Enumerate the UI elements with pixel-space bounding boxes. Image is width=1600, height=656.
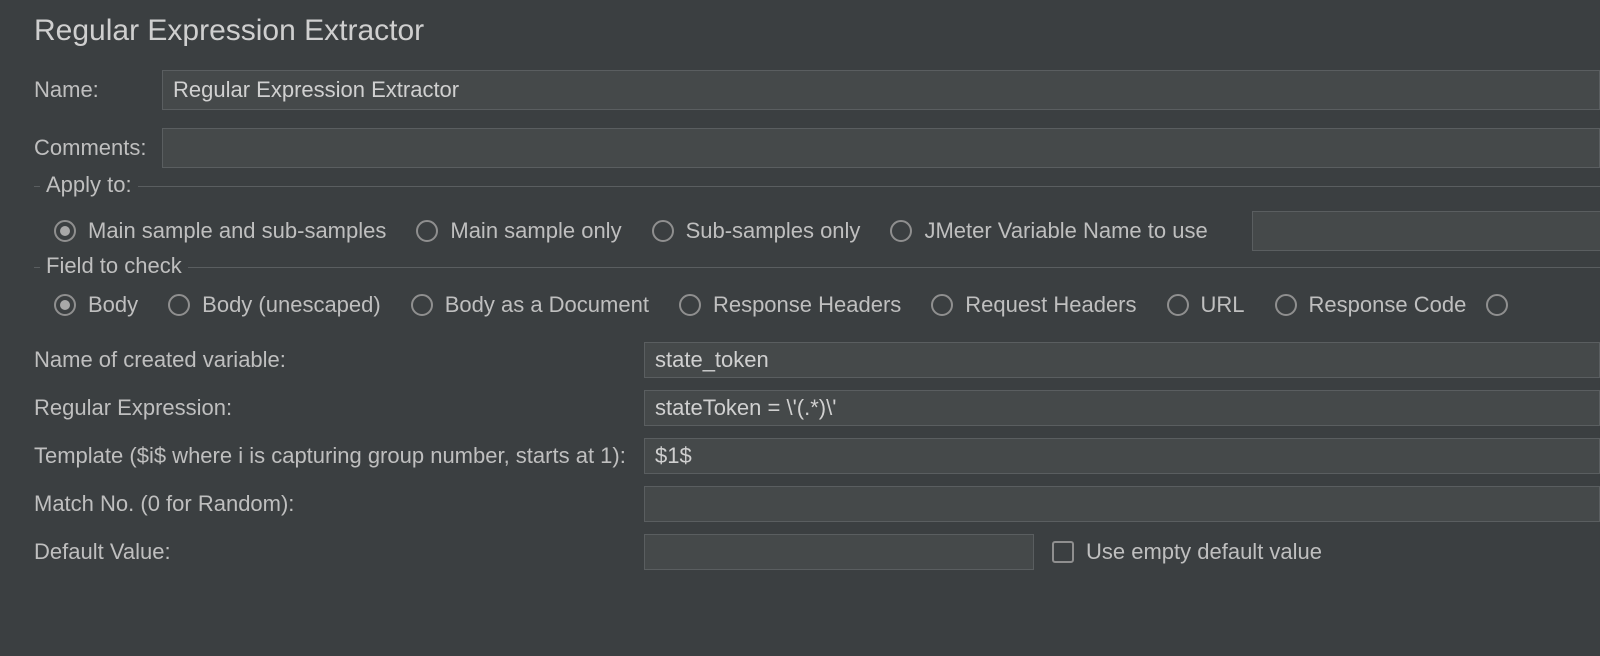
radio-main-and-sub[interactable]: Main sample and sub-samples [54,218,386,244]
radio-icon [411,294,433,316]
name-input[interactable] [162,70,1600,110]
default-value-input[interactable] [644,534,1034,570]
radio-icon [652,220,674,242]
radio-jmeter-var[interactable]: JMeter Variable Name to use [890,218,1207,244]
radio-sub-only[interactable]: Sub-samples only [652,218,861,244]
radio-label: Response Headers [713,292,901,318]
radio-icon [679,294,701,316]
radio-response-code[interactable]: Response Code [1275,292,1467,318]
regex-row: Regular Expression: [34,390,1600,426]
default-value-label: Default Value: [34,539,644,565]
radio-body-unescaped[interactable]: Body (unescaped) [168,292,381,318]
apply-to-legend: Apply to: [40,172,138,198]
radio-icon [168,294,190,316]
apply-to-group: Apply to: Main sample and sub-samples Ma… [34,186,1600,261]
field-to-check-legend: Field to check [40,253,188,279]
regex-extractor-panel: Regular Expression Extractor Name: Comme… [0,0,1600,570]
use-empty-default-label: Use empty default value [1086,539,1322,565]
radio-label: Request Headers [965,292,1136,318]
match-no-row: Match No. (0 for Random): [34,486,1600,522]
radio-main-only[interactable]: Main sample only [416,218,621,244]
template-label: Template ($i$ where i is capturing group… [34,443,644,469]
comments-label: Comments: [34,135,162,161]
template-input[interactable] [644,438,1600,474]
radio-icon [416,220,438,242]
radio-icon [1486,294,1508,316]
created-var-row: Name of created variable: [34,342,1600,378]
name-row: Name: [34,70,1600,110]
name-label: Name: [34,77,162,103]
radio-more[interactable] [1486,294,1508,316]
radio-label: Body as a Document [445,292,649,318]
checkbox-icon [1052,541,1074,563]
panel-title: Regular Expression Extractor [34,14,1600,48]
template-row: Template ($i$ where i is capturing group… [34,438,1600,474]
field-to-check-options: Body Body (unescaped) Body as a Document… [54,292,1600,318]
regex-input[interactable] [644,390,1600,426]
radio-icon [54,220,76,242]
radio-request-headers[interactable]: Request Headers [931,292,1136,318]
radio-label: Sub-samples only [686,218,861,244]
match-no-label: Match No. (0 for Random): [34,491,644,517]
radio-icon [890,220,912,242]
radio-label: URL [1201,292,1245,318]
radio-label: Body (unescaped) [202,292,381,318]
radio-url[interactable]: URL [1167,292,1245,318]
radio-label: Main sample and sub-samples [88,218,386,244]
radio-body-document[interactable]: Body as a Document [411,292,649,318]
created-var-input[interactable] [644,342,1600,378]
radio-icon [931,294,953,316]
radio-icon [54,294,76,316]
use-empty-default-checkbox[interactable]: Use empty default value [1052,539,1322,565]
radio-label: Body [88,292,138,318]
regex-fields: Name of created variable: Regular Expres… [34,342,1600,570]
match-no-input[interactable] [644,486,1600,522]
regex-label: Regular Expression: [34,395,644,421]
radio-icon [1167,294,1189,316]
radio-label: Main sample only [450,218,621,244]
jmeter-var-input[interactable] [1252,211,1600,251]
comments-input[interactable] [162,128,1600,168]
default-value-row: Default Value: Use empty default value [34,534,1600,570]
radio-label: Response Code [1309,292,1467,318]
radio-icon [1275,294,1297,316]
radio-response-headers[interactable]: Response Headers [679,292,901,318]
comments-row: Comments: [34,128,1600,168]
created-var-label: Name of created variable: [34,347,644,373]
apply-to-options: Main sample and sub-samples Main sample … [54,211,1600,251]
field-to-check-group: Field to check Body Body (unescaped) Bod… [34,267,1600,328]
radio-label: JMeter Variable Name to use [924,218,1207,244]
radio-body[interactable]: Body [54,292,138,318]
